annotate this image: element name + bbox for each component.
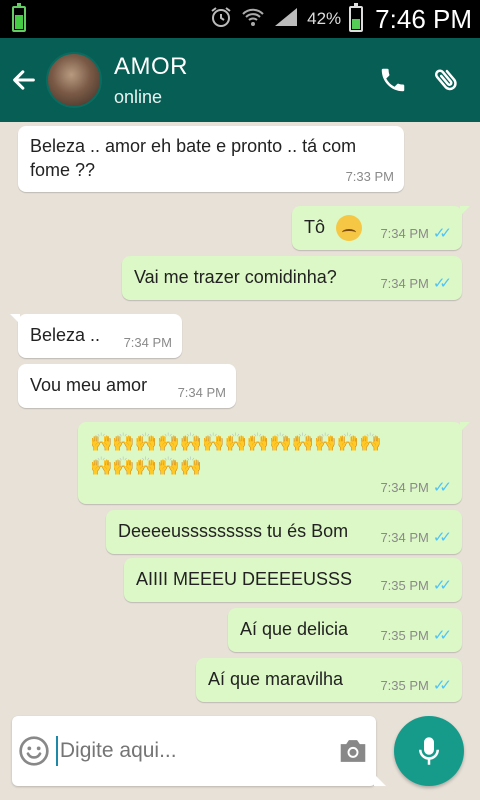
message-time: 7:35 PM <box>380 677 429 693</box>
message-time: 7:35 PM <box>380 627 429 643</box>
message-incoming[interactable]: Beleza .. amor eh bate e pronto .. tá co… <box>18 126 404 192</box>
status-bar: 42% 7:46 PM <box>0 0 480 38</box>
wifi-icon <box>241 6 265 32</box>
message-time: 7:34 PM <box>380 479 429 495</box>
message-time: 7:34 PM <box>380 275 429 291</box>
clock: 7:46 PM <box>375 3 472 34</box>
battery-icon <box>12 3 26 32</box>
message-input[interactable] <box>59 739 331 763</box>
worried-face-emoji <box>336 215 363 242</box>
text-caret <box>55 736 58 766</box>
message-text: Deeeeusssssssss tu és Bom <box>118 521 349 541</box>
message-composer <box>12 716 386 786</box>
message-outgoing[interactable]: AIIII MEEEU DEEEEUSSS 7:35 PM ✓✓ <box>124 558 462 602</box>
message-time: 7:34 PM <box>177 385 226 400</box>
read-ticks-icon: ✓✓ <box>432 677 452 694</box>
avatar[interactable] <box>46 52 102 108</box>
raising-hands-emoji: 🙌🙌🙌🙌🙌 <box>90 456 203 476</box>
message-outgoing[interactable]: Tô 7:34 PM ✓✓ <box>292 206 470 250</box>
read-ticks-icon: ✓✓ <box>432 627 452 644</box>
camera-button[interactable] <box>331 716 376 786</box>
message-time: 7:35 PM <box>380 577 429 593</box>
camera-icon <box>341 740 366 762</box>
message-text: Tô <box>304 217 326 237</box>
message-list[interactable]: Beleza .. amor eh bate e pronto .. tá co… <box>0 122 480 720</box>
battery-percent: 42% <box>307 9 342 28</box>
message-outgoing[interactable]: Aí que maravilha 7:35 PM ✓✓ <box>196 658 462 702</box>
paperclip-icon <box>434 69 457 91</box>
message-text: Vou meu amor <box>30 375 148 395</box>
back-arrow-icon <box>13 70 35 90</box>
read-ticks-icon: ✓✓ <box>432 529 452 546</box>
message-incoming[interactable]: Beleza .. 7:34 PM <box>10 314 182 358</box>
message-outgoing[interactable]: Deeeeusssssssss tu és Bom 7:34 PM ✓✓ <box>106 510 462 554</box>
signal-icon <box>273 6 299 32</box>
message-text: Vai me trazer comidinha? <box>134 267 337 287</box>
emoji-icon <box>19 736 49 766</box>
battery-charging-icon <box>349 3 364 32</box>
message-text: fome ?? <box>30 160 96 180</box>
message-text: Beleza .. amor eh bate e pronto .. tá co… <box>30 136 357 156</box>
chat-header: AMOR online <box>0 38 480 122</box>
back-button[interactable] <box>4 38 44 122</box>
read-ticks-icon: ✓✓ <box>432 275 452 292</box>
message-time: 7:34 PM <box>380 529 429 545</box>
message-outgoing[interactable]: 🙌🙌🙌🙌🙌🙌🙌🙌🙌🙌🙌🙌🙌 🙌🙌🙌🙌🙌 7:34 PM ✓✓ <box>78 422 470 504</box>
raising-hands-emoji: 🙌🙌🙌🙌🙌🙌🙌🙌🙌🙌🙌🙌🙌 <box>90 432 382 452</box>
message-text: Aí que delicia <box>240 619 349 639</box>
message-time: 7:33 PM <box>345 169 394 184</box>
message-time: 7:34 PM <box>123 335 172 350</box>
message-text: AIIII MEEEU DEEEEUSSS <box>136 569 353 589</box>
contact-name: AMOR <box>114 52 188 80</box>
read-ticks-icon: ✓✓ <box>432 479 452 496</box>
phone-icon <box>381 68 405 92</box>
message-incoming[interactable]: Vou meu amor 7:34 PM <box>18 364 236 408</box>
message-time: 7:34 PM <box>380 225 429 241</box>
read-ticks-icon: ✓✓ <box>432 577 452 594</box>
message-outgoing[interactable]: Vai me trazer comidinha? 7:34 PM ✓✓ <box>122 256 462 300</box>
message-text: Aí que maravilha <box>208 669 344 689</box>
alarm-icon <box>209 5 233 33</box>
message-outgoing[interactable]: Aí que delicia 7:35 PM ✓✓ <box>228 608 462 652</box>
microphone-button[interactable] <box>394 716 464 786</box>
attach-button[interactable] <box>420 38 474 122</box>
read-ticks-icon: ✓✓ <box>432 225 452 242</box>
emoji-button[interactable] <box>12 716 56 786</box>
message-text: Beleza .. <box>30 325 101 345</box>
contact-status: online <box>114 86 163 107</box>
contact-info[interactable]: AMOR online <box>114 53 366 108</box>
microphone-icon <box>419 737 439 765</box>
call-button[interactable] <box>366 38 420 122</box>
